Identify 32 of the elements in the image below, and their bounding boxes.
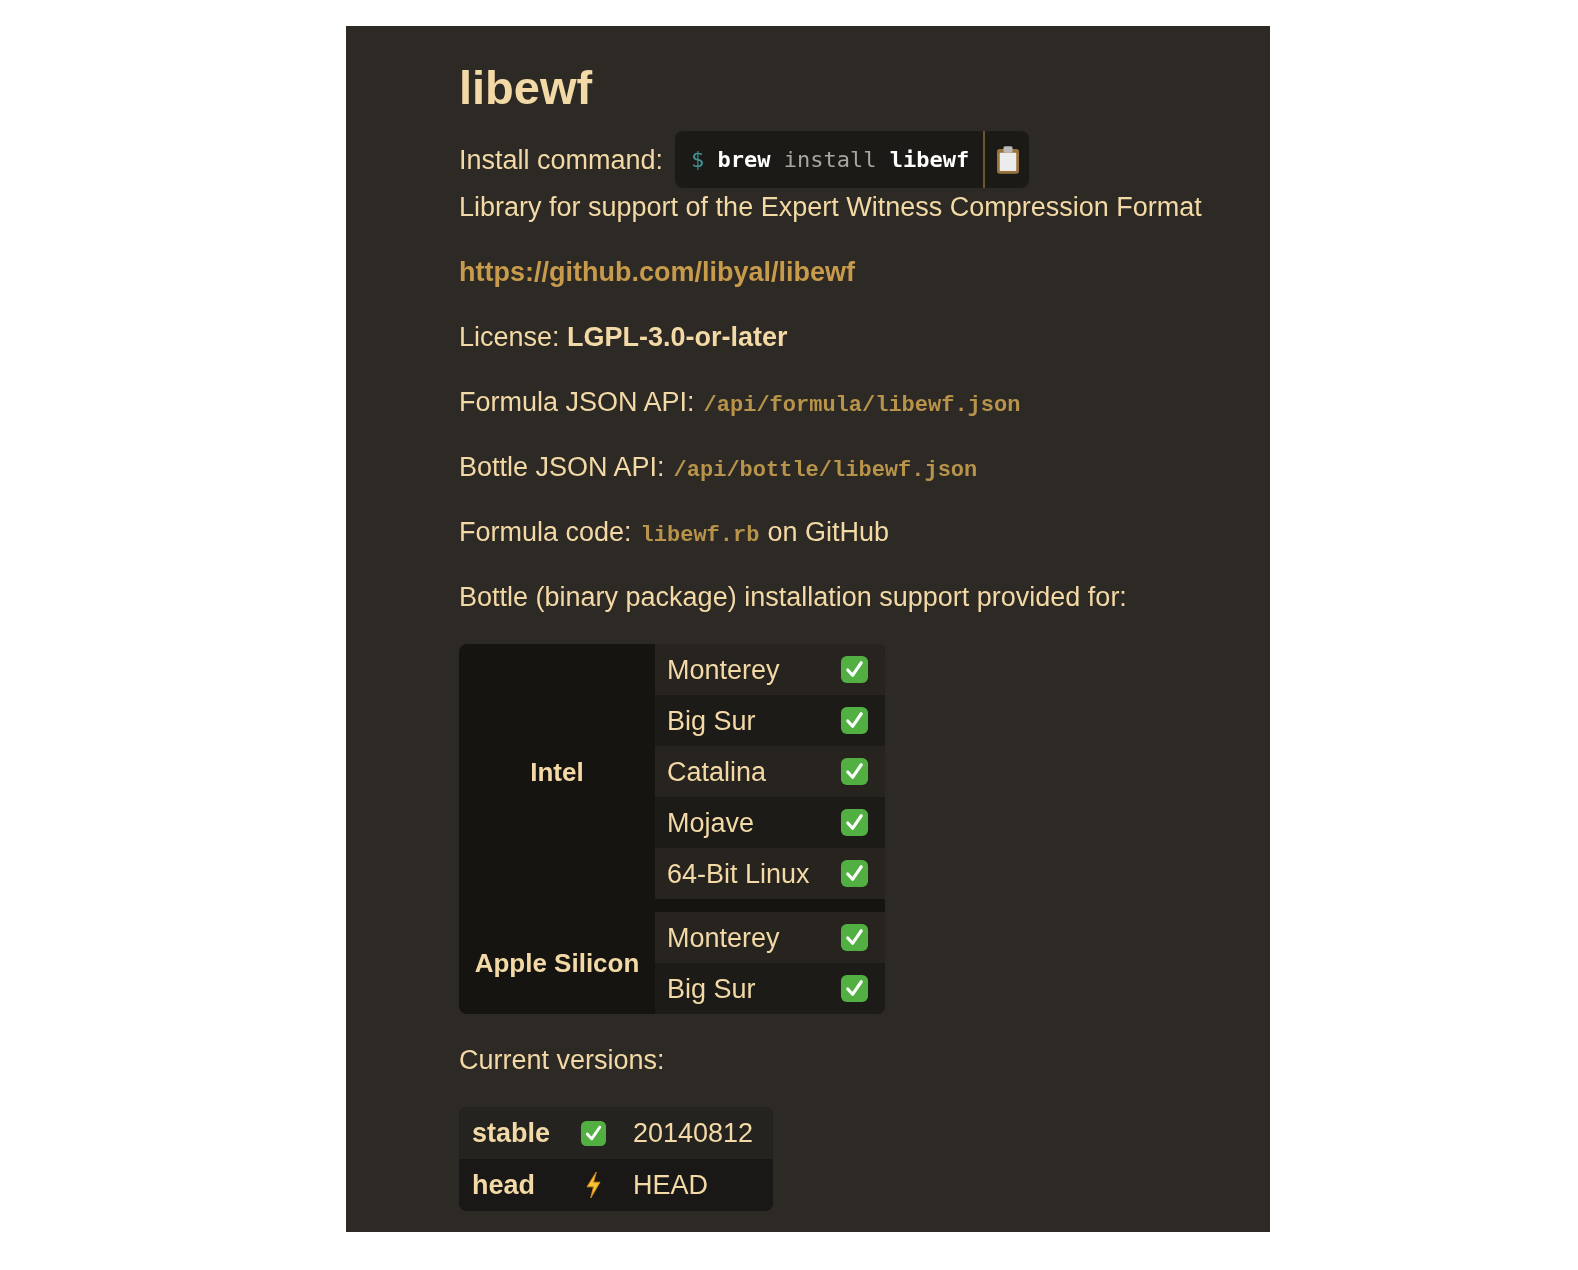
homepage-link[interactable]: https://github.com/libyal/libewf <box>459 253 855 291</box>
license-text: License: LGPL-3.0-or-later <box>459 321 788 354</box>
platform-name: 64-Bit Linux <box>667 857 810 891</box>
formula-code-link[interactable]: libewf.rb <box>640 523 760 549</box>
version-value: 20140812 <box>633 1117 755 1150</box>
api-label: Bottle JSON API: <box>459 451 665 484</box>
platform-name: Monterey <box>667 653 780 687</box>
package-title: libewf <box>459 60 593 116</box>
api-label: Formula JSON API: <box>459 386 695 419</box>
platform-name: Catalina <box>667 755 767 789</box>
api-link[interactable]: /api/formula/libewf.json <box>703 393 1021 419</box>
channel-label: head <box>472 1169 537 1202</box>
arch-label: Intel <box>530 755 584 789</box>
copy-button[interactable] <box>983 131 1020 188</box>
clipboard-icon <box>997 145 1020 174</box>
platform-name: Monterey <box>667 921 780 955</box>
version-value: HEAD <box>633 1169 709 1202</box>
versions-heading: Current versions: <box>459 1044 665 1077</box>
arch-label: Apple Silicon <box>474 947 640 980</box>
bottle-heading: Bottle (binary package) installation support provided for: <box>459 581 1127 614</box>
check-icon <box>581 1120 606 1146</box>
formula-code-label: Formula code: <box>459 516 632 549</box>
platform-name: Big Sur <box>667 972 756 1006</box>
formula-code-suffix: on GitHub <box>767 516 889 549</box>
install-label: Install command: <box>459 143 664 177</box>
install-command: $ brew install libewf <box>691 147 971 172</box>
channel-label: stable <box>472 1117 552 1150</box>
lightning-bolt-icon <box>585 1172 602 1198</box>
api-link[interactable]: /api/bottle/libewf.json <box>673 458 978 484</box>
platform-name: Mojave <box>667 806 755 840</box>
description-text: Library for support of the Expert Witness Compression Format <box>459 191 1203 224</box>
platform-name: Big Sur <box>667 704 756 738</box>
